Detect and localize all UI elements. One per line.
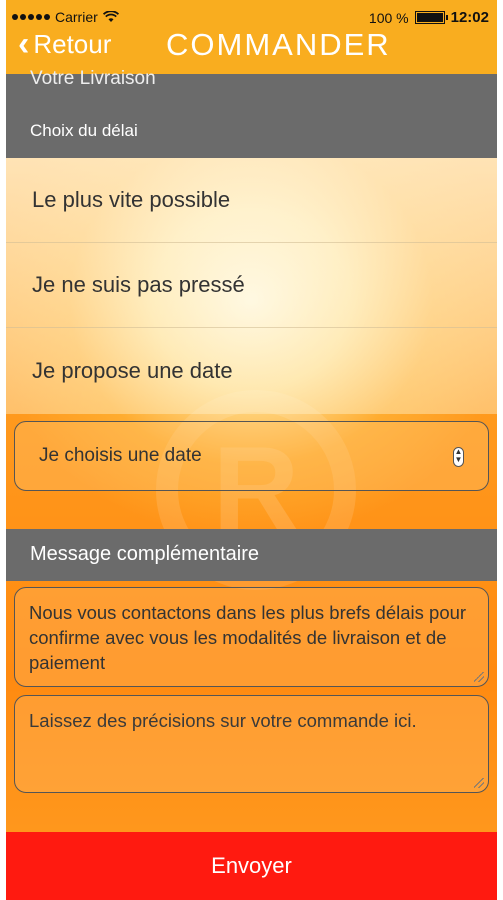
resize-handle-icon[interactable] <box>474 672 484 682</box>
comment-field[interactable]: Laissez des précisions sur votre command… <box>14 695 489 793</box>
comment-placeholder: Laissez des précisions sur votre command… <box>29 710 417 731</box>
delivery-section-header: Votre Livraison Choix du délai <box>6 68 497 158</box>
back-button[interactable]: ‹ Retour <box>18 27 111 61</box>
delivery-section-title: Votre Livraison <box>30 68 156 89</box>
chevron-left-icon: ‹ <box>18 25 30 63</box>
resize-handle-icon[interactable] <box>474 778 484 788</box>
message-section-header: Message complémentaire <box>6 529 497 581</box>
option-propose-date[interactable]: Je propose une date <box>6 328 497 413</box>
clock: 12:02 <box>450 9 489 26</box>
battery-icon <box>414 11 448 24</box>
info-message-field[interactable]: Nous vous contactons dans les plus brefs… <box>14 587 489 687</box>
date-select[interactable]: Je choisis une date ▲ ▼ <box>14 421 489 491</box>
carrier-name: Carrier <box>55 9 98 25</box>
wifi-icon <box>102 11 119 23</box>
select-stepper-icon: ▲ ▼ <box>453 447 464 467</box>
signal-strength-icon <box>12 14 50 20</box>
date-select-value: Je choisis une date <box>39 445 202 466</box>
battery-percentage: 100 % <box>368 9 409 26</box>
page-title: COMMANDER <box>166 27 391 62</box>
back-button-label: Retour <box>33 28 112 59</box>
info-message-text: Nous vous contactons dans les plus brefs… <box>29 602 467 673</box>
send-button-label: Envoyer <box>211 853 292 878</box>
message-section-title: Message complémentaire <box>30 543 259 565</box>
app-screen: R Carrier 100 % 12:02 ‹ Retour COMMANDER… <box>6 0 497 900</box>
send-button[interactable]: Envoyer <box>6 832 497 900</box>
option-asap[interactable]: Le plus vite possible <box>6 158 497 243</box>
delivery-subtitle: Choix du délai <box>30 121 138 140</box>
navigation-bar: Carrier 100 % 12:02 ‹ Retour COMMANDER <box>6 0 497 74</box>
option-not-urgent[interactable]: Je ne suis pas pressé <box>6 243 497 328</box>
